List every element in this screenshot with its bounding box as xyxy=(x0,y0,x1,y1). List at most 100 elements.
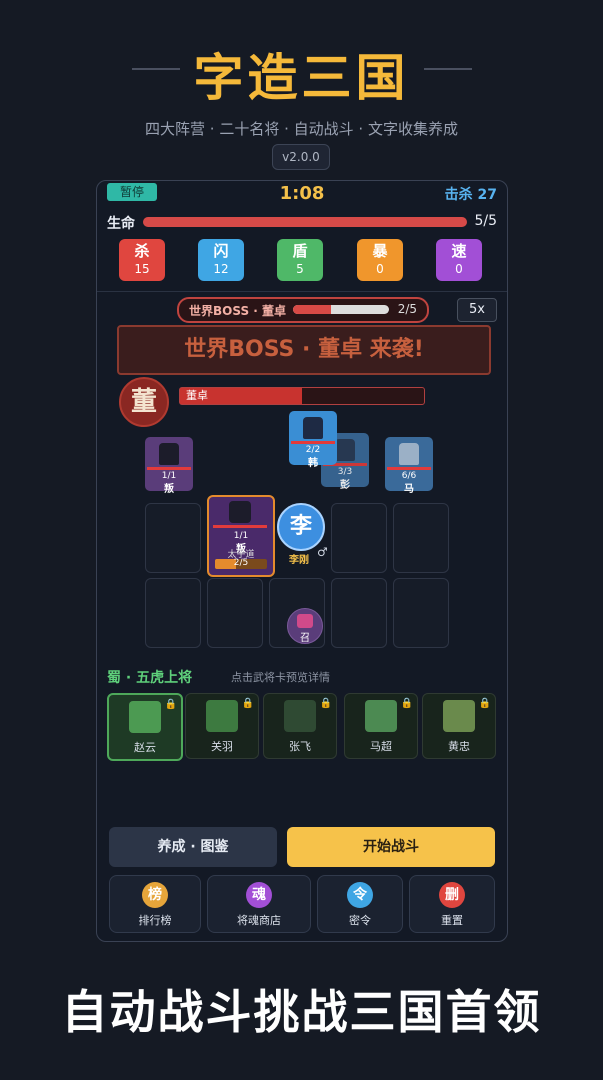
version-badge: v2.0.0 xyxy=(272,144,330,170)
app-subtitle: 四大阵营 · 二十名将 · 自动战斗 · 文字收集养成 xyxy=(145,120,458,138)
pending-unit[interactable]: 召 xyxy=(287,608,323,644)
lock-icon: 🔒 xyxy=(319,698,332,709)
general-avatar xyxy=(365,700,397,732)
enemy-hp-bar xyxy=(147,467,191,470)
speed-toggle-button[interactable]: 5x xyxy=(457,298,497,322)
boss-avatar: 董 xyxy=(119,377,169,427)
boss-hp-name: 董卓 xyxy=(186,389,208,402)
general-avatar xyxy=(284,700,316,732)
soul-shop-button[interactable]: 魂 将魂商店 xyxy=(207,875,311,933)
hero-xp: 2/5 xyxy=(233,558,249,568)
stat-crit-value: 0 xyxy=(376,262,384,276)
secret-code-icon: 令 xyxy=(347,882,373,908)
enemy-hp-bar xyxy=(291,441,335,444)
general-avatar xyxy=(129,701,161,733)
board-slot[interactable] xyxy=(145,503,201,573)
general-card-guanyu[interactable]: 🔒 关羽 xyxy=(185,693,259,759)
stat-shield: 盾5 xyxy=(277,239,323,281)
secret-code-label: 密令 xyxy=(349,914,371,927)
enemy-sprite xyxy=(335,439,355,461)
general-card-huangzhong[interactable]: 🔒 黄忠 xyxy=(422,693,496,759)
stat-speed-value: 0 xyxy=(455,262,463,276)
reset-button[interactable]: 删 重置 xyxy=(409,875,495,933)
stat-kill-name: 杀 xyxy=(134,242,150,260)
stat-speed-name: 速 xyxy=(451,242,467,260)
pending-unit-char: 召 xyxy=(300,633,310,644)
secret-code-button[interactable]: 令 密令 xyxy=(317,875,403,933)
board-slot[interactable] xyxy=(331,503,387,573)
boss-hp-bar: 董卓 xyxy=(179,387,425,405)
boss-pill-bar xyxy=(293,305,389,314)
life-label: 生命 xyxy=(107,216,135,232)
hud-divider xyxy=(97,291,507,292)
player-name: 李刚 xyxy=(289,555,309,566)
enemy-char: 韩 xyxy=(308,458,318,469)
boss-warning-banner: 世界BOSS · 董卓 来袭! xyxy=(117,325,491,375)
lock-icon: 🔒 xyxy=(478,698,491,709)
enemy-char: 彭 xyxy=(340,480,350,491)
general-avatar xyxy=(206,700,238,732)
general-name: 马超 xyxy=(370,740,392,753)
boss-pill-count: 2/5 xyxy=(397,302,417,316)
boss-pill-label: 世界BOSS · 董卓 xyxy=(189,304,287,318)
board-slot[interactable] xyxy=(207,578,263,648)
lock-icon: 🔒 xyxy=(241,698,254,709)
soul-shop-icon: 魂 xyxy=(246,882,272,908)
lock-icon: 🔒 xyxy=(164,699,177,710)
pending-unit-sprite xyxy=(297,614,313,628)
board-slot[interactable] xyxy=(393,503,449,573)
tagline: 自动战斗挑战三国首领 xyxy=(61,985,542,1039)
stat-shield-name: 盾 xyxy=(292,242,308,260)
start-battle-button[interactable]: 开始战斗 xyxy=(287,827,495,867)
stat-crit: 暴0 xyxy=(357,239,403,281)
app-title: 字造三国 xyxy=(193,49,410,107)
life-value: 5/5 xyxy=(474,213,497,229)
stat-dodge: 闪 12 xyxy=(198,239,244,281)
leaderboard-button[interactable]: 榜 排行榜 xyxy=(109,875,201,933)
stat-shield-value: 5 xyxy=(296,262,304,276)
stat-crit-name: 暴 xyxy=(372,242,388,260)
growth-codex-button[interactable]: 养成 · 图鉴 xyxy=(109,827,277,867)
enemy-sprite xyxy=(303,417,323,439)
enemy-char: 马 xyxy=(404,484,414,495)
soul-shop-label: 将魂商店 xyxy=(237,914,281,927)
lock-icon: 🔒 xyxy=(400,698,413,709)
board-slot[interactable] xyxy=(331,578,387,648)
hero-sprite xyxy=(229,501,251,523)
reset-icon: 删 xyxy=(439,882,465,908)
player-avatar: 李 xyxy=(277,503,325,551)
gender-icon: ♂ xyxy=(317,545,328,559)
kill-counter: 击杀 27 xyxy=(444,187,497,203)
camp-hint: 点击武将卡预览详情 xyxy=(231,671,330,684)
general-avatar xyxy=(443,700,475,732)
stat-speed: 速0 xyxy=(436,239,482,281)
board-slot[interactable] xyxy=(145,578,201,648)
camp-title: 蜀 · 五虎上将 xyxy=(107,670,193,686)
general-name: 关羽 xyxy=(211,740,233,753)
stat-kill-value: 15 xyxy=(134,262,150,276)
stat-dodge-name: 闪 xyxy=(213,242,229,260)
boss-pill-bar-fill xyxy=(293,305,332,314)
hero-unit-card[interactable]: 1/1 叛 太乎道 2/5 xyxy=(207,495,275,577)
game-screen: 暂停 1:08 击杀 27 生命 5/5 杀 15 闪 12 盾5 暴0 速0 世界… xyxy=(96,180,508,942)
general-card-zhangfei[interactable]: 🔒 张飞 xyxy=(263,693,337,759)
reset-label: 重置 xyxy=(441,914,463,927)
enemy-unit: 2/2 韩 xyxy=(289,411,337,469)
general-name: 黄忠 xyxy=(448,740,470,753)
stat-dodge-value: 12 xyxy=(213,262,229,276)
enemy-sprite xyxy=(159,443,179,465)
hero-hp-bar xyxy=(213,525,267,528)
board-slot[interactable] xyxy=(393,578,449,648)
general-name: 张飞 xyxy=(289,740,311,753)
boss-progress-pill: 世界BOSS · 董卓 2/5 xyxy=(177,297,429,323)
general-card-machao[interactable]: 🔒 马超 xyxy=(344,693,418,759)
general-name: 赵云 xyxy=(134,741,156,754)
life-bar xyxy=(143,217,467,227)
enemy-unit: 1/1 叛 xyxy=(145,437,193,495)
enemy-unit: 6/6 马 xyxy=(385,437,433,495)
enemy-hp-bar xyxy=(387,467,431,470)
leaderboard-icon: 榜 xyxy=(142,882,168,908)
general-card-zhaoyun[interactable]: 🔒 赵云 xyxy=(107,693,183,761)
enemy-char: 叛 xyxy=(164,484,174,495)
enemy-sprite xyxy=(399,443,419,465)
